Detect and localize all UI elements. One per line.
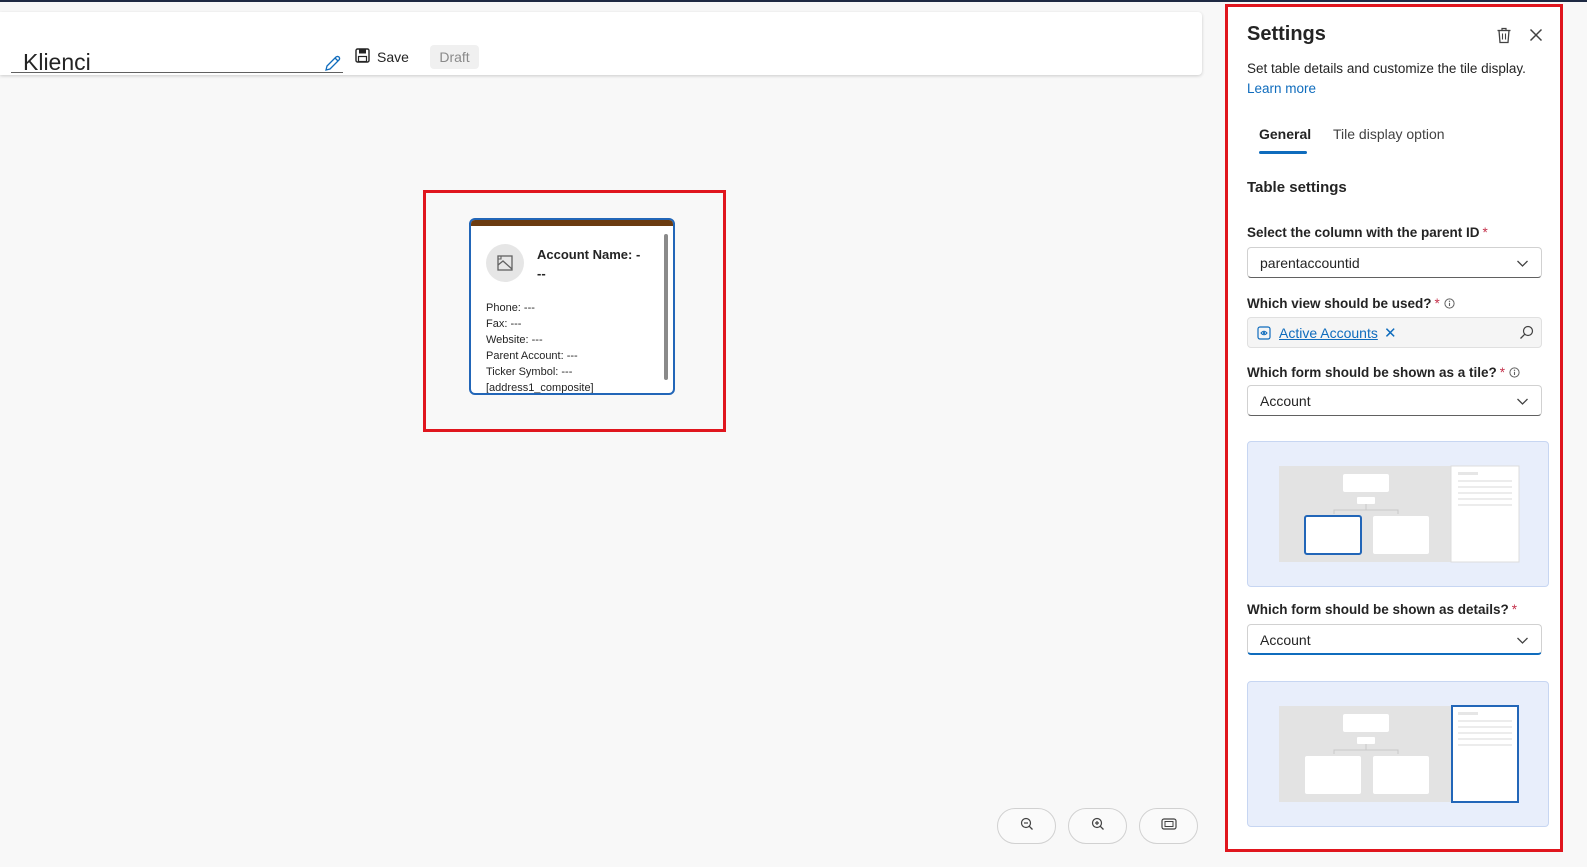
title-field[interactable]: Klienci: [11, 30, 343, 76]
zoom-out-button[interactable]: [997, 808, 1056, 844]
view-lookup-field[interactable]: Active Accounts ✕: [1247, 317, 1542, 348]
zoom-out-icon: [1020, 817, 1034, 836]
tab-tile-display-option[interactable]: Tile display option: [1333, 126, 1445, 142]
tile-field-parent-account: Parent Account: ---: [486, 350, 578, 362]
fit-to-screen-icon: [1160, 817, 1177, 836]
save-icon: [355, 48, 370, 66]
parent-id-value: parentaccountid: [1260, 255, 1360, 271]
selected-tab-indicator: [1259, 151, 1307, 154]
tile-form-label-text: Which form should be shown as a tile?: [1247, 365, 1497, 380]
required-mark: *: [1511, 602, 1518, 617]
details-form-label: Which form should be shown as details? *: [1247, 602, 1517, 617]
chevron-down-icon: [1516, 634, 1529, 650]
table-settings-heading: Table settings: [1247, 179, 1347, 196]
parent-id-label: Select the column with the parent ID *: [1247, 225, 1488, 240]
top-rule: [0, 0, 1587, 2]
info-icon[interactable]: [1509, 366, 1520, 381]
view-label-text: Which view should be used?: [1247, 296, 1432, 311]
save-button[interactable]: Save: [355, 46, 409, 68]
tile-name-line-1: Account Name: -: [537, 247, 641, 262]
tile-field-list: Phone: --- Fax: --- Website: --- Parent …: [486, 300, 594, 394]
tile-field-fax: Fax: ---: [486, 318, 522, 330]
editor-header: Klienci Save Draft: [0, 12, 1202, 75]
zoom-in-icon: [1091, 817, 1105, 836]
tile-field-phone: Phone: ---: [486, 302, 535, 314]
fit-to-screen-button[interactable]: [1139, 808, 1198, 844]
tile-field-website: Website: ---: [486, 334, 543, 346]
details-form-label-text: Which form should be shown as details?: [1247, 602, 1509, 617]
tile-form-label: Which form should be shown as a tile? *: [1247, 365, 1520, 381]
settings-description: Set table details and customize the tile…: [1247, 61, 1526, 76]
active-accounts-chip[interactable]: Active Accounts: [1279, 325, 1378, 341]
tile-field-address: [address1_composite]: [486, 382, 594, 394]
required-mark: *: [1499, 365, 1506, 380]
zoom-in-button[interactable]: [1068, 808, 1127, 844]
tile-preview-illustration: [1247, 441, 1549, 587]
chevron-down-icon: [1516, 395, 1529, 411]
delete-icon[interactable]: [1494, 25, 1514, 45]
tile-color-stripe: [471, 220, 673, 226]
tile-form-dropdown[interactable]: Account: [1247, 385, 1542, 416]
details-form-value: Account: [1260, 632, 1311, 648]
account-tile[interactable]: Account Name: - -- Phone: --- Fax: --- W…: [469, 218, 675, 395]
learn-more-link[interactable]: Learn more: [1247, 81, 1316, 96]
view-icon: [1257, 326, 1271, 345]
record-image-icon: [486, 244, 524, 282]
settings-panel: Settings Set table details and customize…: [1225, 4, 1563, 852]
hierarchy-title[interactable]: Klienci: [23, 49, 91, 76]
close-icon[interactable]: [1526, 25, 1546, 45]
chevron-down-icon: [1516, 257, 1529, 273]
tab-general[interactable]: General: [1259, 126, 1311, 142]
save-label: Save: [377, 49, 409, 65]
tile-name-line-2: --: [537, 266, 546, 281]
search-icon[interactable]: [1519, 325, 1534, 345]
tile-field-ticker-symbol: Ticker Symbol: ---: [486, 366, 573, 378]
settings-title: Settings: [1247, 23, 1326, 45]
required-mark: *: [1482, 225, 1488, 240]
status-badge: Draft: [430, 45, 479, 69]
parent-id-dropdown[interactable]: parentaccountid: [1247, 247, 1542, 278]
edit-pencil-icon[interactable]: [323, 53, 343, 73]
details-form-dropdown[interactable]: Account: [1247, 624, 1542, 655]
tile-scrollbar[interactable]: [664, 234, 668, 380]
remove-chip-icon[interactable]: ✕: [1384, 324, 1397, 342]
tile-form-value: Account: [1260, 393, 1311, 409]
tile-account-name: Account Name: - --: [537, 245, 652, 283]
view-label: Which view should be used? *: [1247, 296, 1455, 312]
details-preview-illustration: [1247, 681, 1549, 827]
parent-id-label-text: Select the column with the parent ID: [1247, 225, 1480, 240]
required-mark: *: [1434, 296, 1440, 311]
info-icon[interactable]: [1444, 297, 1455, 312]
